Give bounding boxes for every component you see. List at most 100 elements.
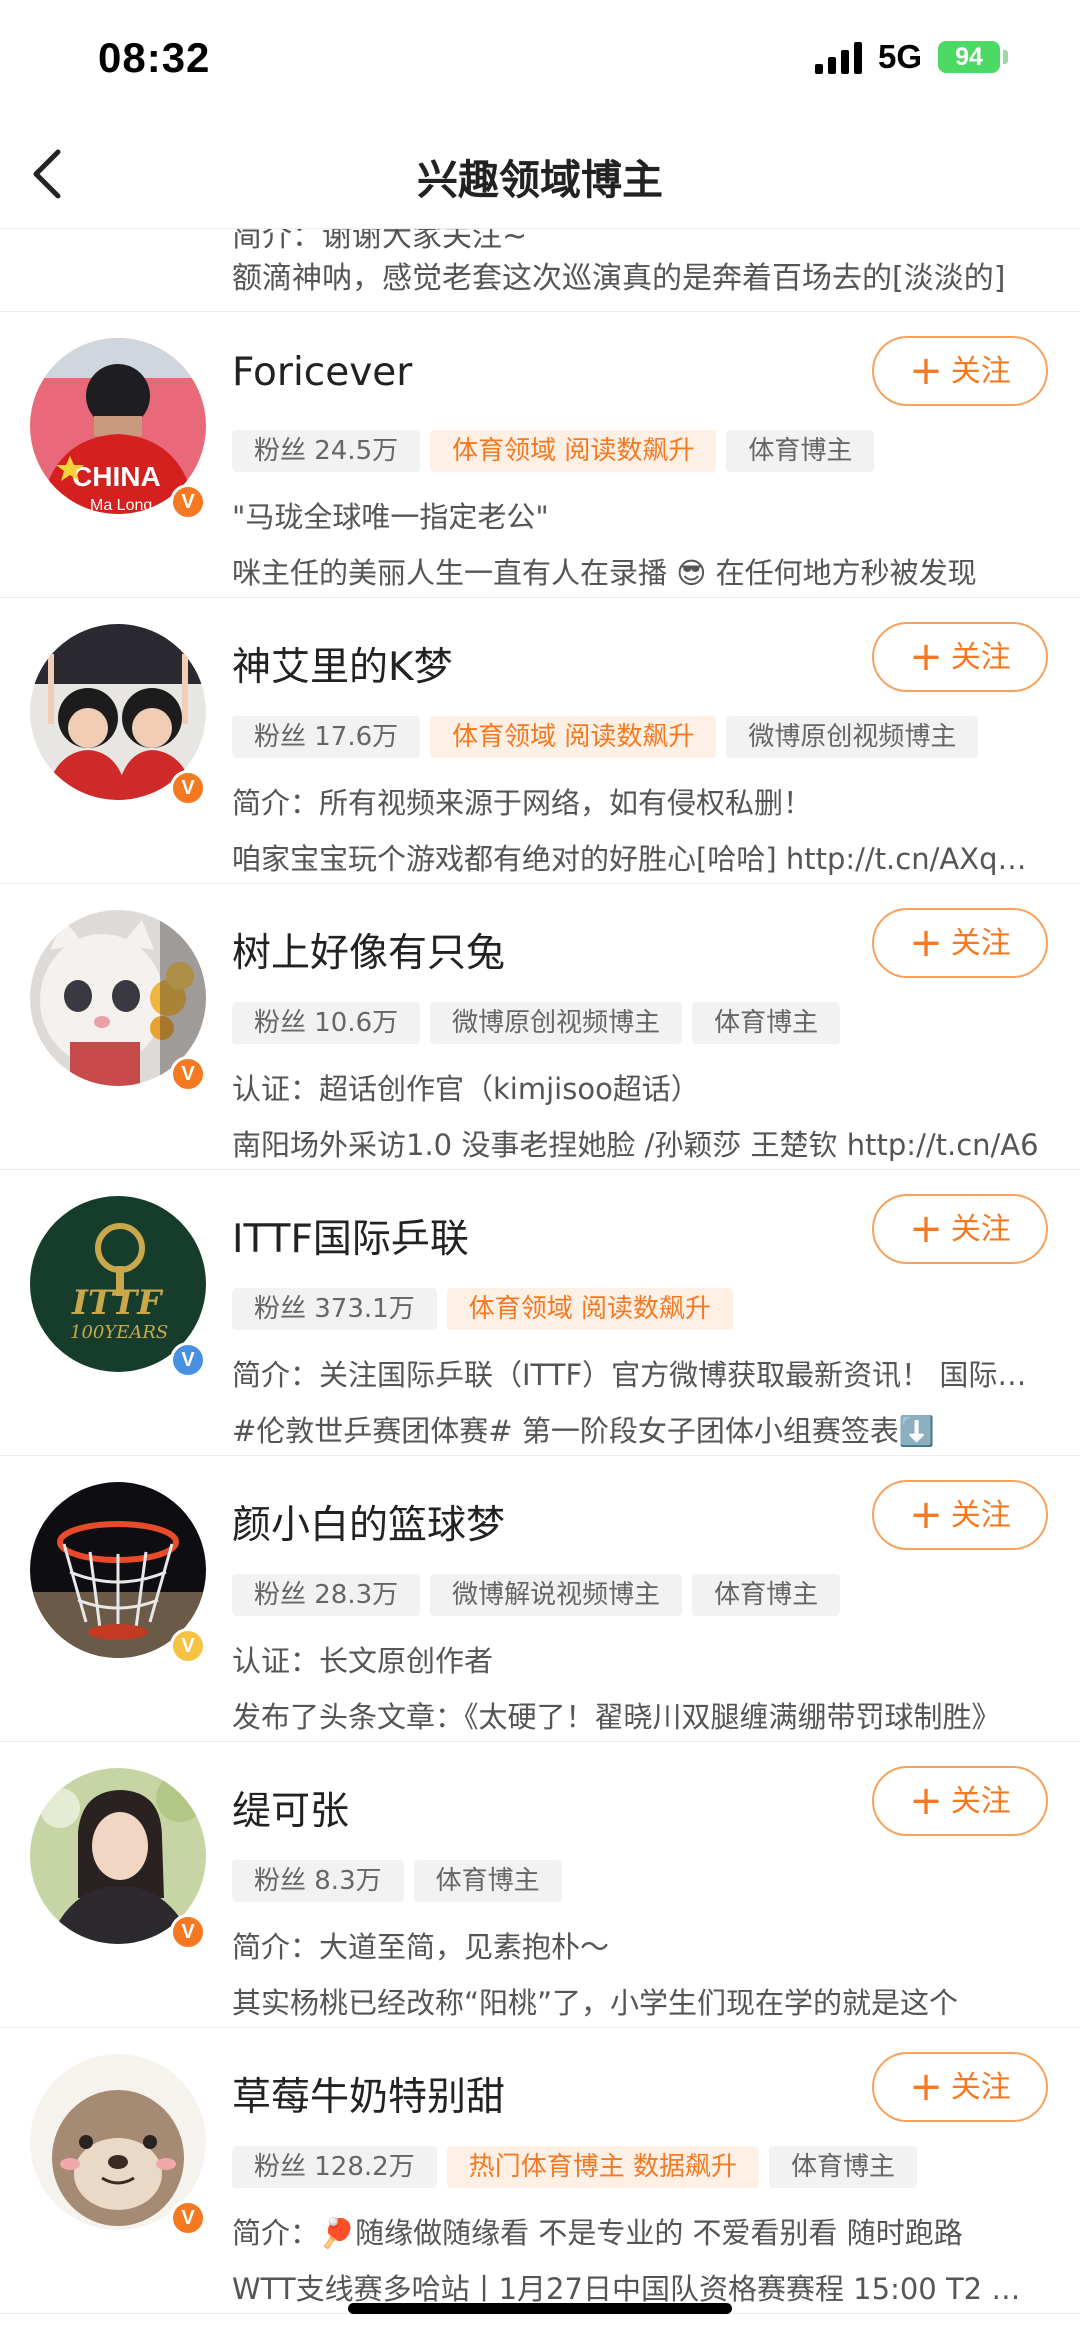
follow-button[interactable]: + 关注 — [872, 1766, 1048, 1836]
verified-badge-icon: V — [170, 1628, 206, 1664]
follow-button[interactable]: + 关注 — [872, 1194, 1048, 1264]
tag-row: 粉丝 128.2万 热门体育博主 数据飙升 体育博主 — [232, 2146, 927, 2188]
post-preview: 额滴神呐，感觉老套这次巡演真的是奔着百场去的[淡淡的] — [232, 261, 1006, 296]
svg-text:ITTF: ITTF — [71, 1283, 164, 1323]
list-item[interactable]: V 缇可张 + 关注粉丝 8.3万 体育博主简介：大道至简，见素抱朴～ 其实杨桃已经改称“… — [0, 1742, 1080, 2028]
verified-badge-icon: V — [170, 2200, 206, 2236]
list-item[interactable]: V 草莓牛奶特别甜 + 关注粉丝 128.2万 热门体育博主 数据飙升 体育博主简介：🏓随… — [0, 2028, 1080, 2314]
svg-text:Ma Long: Ma Long — [90, 497, 152, 514]
verified-badge-icon: V — [170, 484, 206, 520]
category-tag: 微博解说视频博主 — [430, 1574, 683, 1616]
tag-row: 粉丝 10.6万 微博原创视频博主 体育博主 — [232, 1002, 850, 1044]
user-bio: 简介：关注国际乒联（ITTF）官方微博获取最新资讯！ 国际乒联 — [232, 1358, 1042, 1392]
plus-icon: + — [909, 348, 943, 394]
user-bio: 认证：长文原创作者 — [232, 1644, 494, 1678]
latest-post-preview[interactable]: 南阳场外采访1.0 没事老捏她脸 /孙颖莎 王楚钦 http://t.cn/A6 — [232, 1122, 1042, 1164]
fans-count-tag: 粉丝 10.6万 — [232, 1002, 421, 1044]
user-name[interactable]: 树上好像有只兔 — [232, 922, 505, 978]
plus-icon: + — [909, 1778, 943, 1824]
plus-icon: + — [909, 1206, 943, 1252]
user-name[interactable]: 草莓牛奶特别甜 — [232, 2066, 505, 2122]
user-name[interactable]: 颜小白的篮球梦 — [232, 1494, 505, 1550]
category-tag: 微博原创视频博主 — [726, 716, 979, 758]
category-tag: 体育博主 — [692, 1002, 841, 1044]
tag-row: 粉丝 8.3万 体育博主 — [232, 1860, 572, 1902]
plus-icon: + — [909, 1492, 943, 1538]
svg-text:CHINA: CHINA — [72, 461, 161, 492]
latest-post-preview[interactable]: 咪主任的美丽人生一直有人在录播 😎 在任何地方秒被发现 — [232, 550, 1042, 592]
category-tag: 微博原创视频博主 — [430, 1002, 683, 1044]
fans-count-tag: 粉丝 8.3万 — [232, 1860, 404, 1902]
user-bio: 简介：所有视频来源于网络，如有侵权私删！ — [232, 786, 813, 820]
user-bio: "马珑全球唯一指定老公" — [232, 500, 549, 534]
tag-row: 粉丝 373.1万 体育领域 阅读数飙升 — [232, 1288, 743, 1330]
fans-count-tag: 粉丝 128.2万 — [232, 2146, 437, 2188]
follow-button[interactable]: + 关注 — [872, 1480, 1048, 1550]
follow-label: 关注 — [950, 640, 1011, 675]
blogger-list[interactable]: 简介：谢谢大家关注~ 额滴神呐，感觉老套这次巡演真的是奔着百场去的[淡淡的] C… — [0, 229, 1080, 2314]
follow-button[interactable]: + 关注 — [872, 622, 1048, 692]
follow-label: 关注 — [950, 926, 1011, 961]
category-tag: 体育领域 阅读数飙升 — [430, 716, 717, 758]
nav-bar: 兴趣领域博主 — [0, 120, 1080, 229]
fans-count-tag: 粉丝 17.6万 — [232, 716, 421, 758]
latest-post-preview[interactable]: 咱家宝宝玩个游戏都有绝对的好胜心[哈哈] http://t.cn/AXqRk2 — [232, 836, 1042, 878]
category-tag: 体育领域 阅读数飙升 — [430, 430, 717, 472]
follow-button[interactable]: + 关注 — [872, 2052, 1048, 2122]
follow-label: 关注 — [950, 1498, 1011, 1533]
list-item[interactable]: 简介：谢谢大家关注~ 额滴神呐，感觉老套这次巡演真的是奔着百场去的[淡淡的] — [0, 229, 1080, 312]
plus-icon: + — [909, 634, 943, 680]
follow-button[interactable]: + 关注 — [872, 336, 1048, 406]
battery-tip — [1003, 50, 1008, 64]
category-tag: 体育博主 — [692, 1574, 841, 1616]
category-tag: 体育博主 — [413, 1860, 562, 1902]
latest-post-preview[interactable]: #伦敦世乒赛团体赛# 第一阶段女子团体小组赛签表⬇️ — [232, 1408, 1042, 1450]
follow-button[interactable]: + 关注 — [872, 908, 1048, 978]
follow-label: 关注 — [950, 1212, 1011, 1247]
category-tag: 热门体育博主 数据飙升 — [446, 2146, 759, 2188]
user-bio: 认证：超话创作官（kimjisoo超话） — [232, 1072, 700, 1106]
page-title: 兴趣领域博主 — [417, 156, 663, 204]
network-type: 5G — [878, 38, 923, 75]
battery-icon: 94 — [938, 41, 1000, 73]
verified-badge-icon: V — [170, 770, 206, 806]
fans-count-tag: 粉丝 373.1万 — [232, 1288, 437, 1330]
user-name[interactable]: 神艾里的K梦 — [232, 636, 453, 692]
verified-badge-icon: V — [170, 1342, 206, 1378]
list-item[interactable]: V 神艾里的K梦 + 关注粉丝 17.6万 体育领域 阅读数飙升 微博原创视频博主简介：所… — [0, 598, 1080, 884]
fans-count-tag: 粉丝 28.3万 — [232, 1574, 421, 1616]
signal-icon — [815, 42, 862, 74]
user-bio: 简介：大道至简，见素抱朴～ — [232, 1930, 610, 1964]
user-name[interactable]: ITTF国际乒联 — [232, 1208, 469, 1264]
latest-post-preview[interactable]: WTT支线赛多哈站丨1月27日中国队资格赛赛程 15:00 T2 王曼昱 — [232, 2266, 1042, 2308]
follow-label: 关注 — [950, 354, 1011, 389]
list-item[interactable]: CHINA Ma Long V Foricever + 关注粉丝 24.5万 体育领域 阅读… — [0, 312, 1080, 598]
follow-label: 关注 — [950, 1784, 1011, 1819]
svg-text:100YEARS: 100YEARS — [70, 1322, 168, 1343]
category-tag: 体育博主 — [768, 2146, 917, 2188]
home-indicator — [348, 2303, 732, 2314]
plus-icon: + — [909, 920, 943, 966]
clipped-line: 简介：谢谢大家关注~ — [232, 229, 528, 254]
plus-icon: + — [909, 2064, 943, 2110]
list-item[interactable]: ITTF 100YEARS V ITTF国际乒联 + 关注粉丝 373.1万 体育领域 阅读… — [0, 1170, 1080, 1456]
latest-post-preview[interactable]: 发布了头条文章：《太硬了！翟晓川双腿缠满绷带罚球制胜》 — [232, 1694, 1042, 1736]
latest-post-preview[interactable]: 其实杨桃已经改称“阳桃”了，小学生们现在学的就是这个 — [232, 1980, 1042, 2022]
follow-label: 关注 — [950, 2070, 1011, 2105]
tag-row: 粉丝 24.5万 体育领域 阅读数飙升 体育博主 — [232, 430, 884, 472]
fans-count-tag: 粉丝 24.5万 — [232, 430, 421, 472]
status-time: 08:32 — [98, 34, 211, 81]
battery-level: 94 — [955, 43, 983, 71]
user-name[interactable]: 缇可张 — [232, 1780, 349, 1836]
user-name[interactable]: Foricever — [232, 350, 412, 395]
tag-row: 粉丝 17.6万 体育领域 阅读数飙升 微博原创视频博主 — [232, 716, 988, 758]
category-tag: 体育博主 — [726, 430, 875, 472]
list-item[interactable]: V 树上好像有只兔 + 关注 粉丝 10.6万 微博原创视频博主 体育博主 认证：超话创作官（… — [0, 884, 1080, 1170]
list-item[interactable]: V 颜小白的篮球梦 + 关注 粉丝 28.3万 微博解说视频博主 体育博主 认证：长文原创作者… — [0, 1456, 1080, 1742]
status-bar: 08:32 5G 94 — [0, 0, 1080, 120]
tag-row: 粉丝 28.3万 微博解说视频博主 体育博主 — [232, 1574, 850, 1616]
verified-badge-icon: V — [170, 1914, 206, 1950]
user-bio: 简介：🏓随缘做随缘看 不是专业的 不爱看别看 随时跑路 — [232, 2216, 963, 2250]
verified-badge-icon: V — [170, 1056, 206, 1092]
category-tag: 体育领域 阅读数飙升 — [446, 1288, 733, 1330]
